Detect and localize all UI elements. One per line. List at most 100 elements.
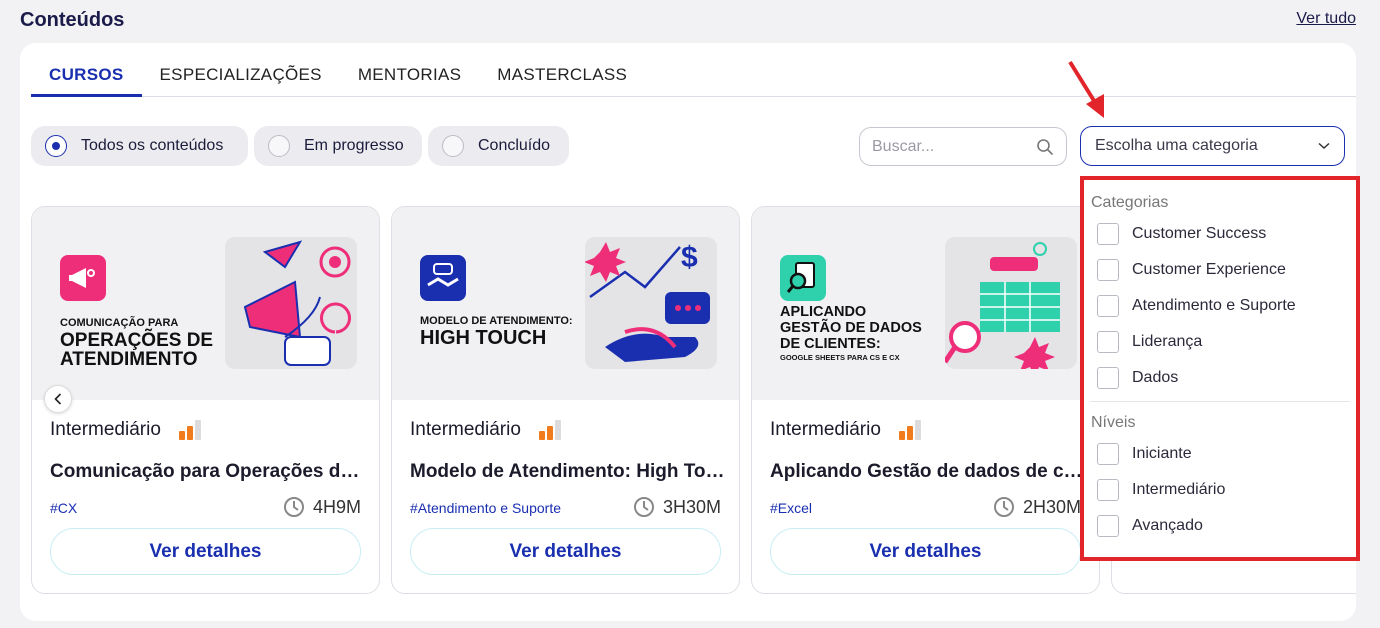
filter-label: Em progresso — [304, 137, 404, 154]
filter-label: Concluído — [478, 137, 551, 154]
course-banner: APLICANDO GESTÃO DE DADOS DE CLIENTES: G… — [752, 207, 1099, 400]
course-banner: MODELO DE ATENDIMENTO: HIGH TOUCH $ — [392, 207, 739, 400]
option-label: Liderança — [1132, 333, 1203, 350]
option-label: Avançado — [1132, 517, 1203, 534]
checkbox[interactable] — [1097, 479, 1119, 501]
banner-line: COMUNICAÇÃO PARA — [60, 317, 179, 329]
option-label: Atendimento e Suporte — [1132, 297, 1296, 314]
search-icon — [1037, 138, 1053, 155]
tab-especializacoes[interactable]: ESPECIALIZAÇÕES — [142, 57, 340, 97]
banner-line: GOOGLE SHEETS PARA CS E CX — [780, 353, 900, 362]
tab-cursos[interactable]: CURSOS — [31, 57, 142, 97]
checkbox[interactable] — [1097, 295, 1119, 317]
level-bars-icon — [538, 420, 561, 440]
tab-mentorias[interactable]: MENTORIAS — [340, 57, 479, 97]
checkbox[interactable] — [1097, 443, 1119, 465]
level-bars-icon — [178, 420, 201, 440]
option-label: Intermediário — [1132, 481, 1226, 498]
course-tag[interactable]: #CX — [50, 500, 77, 516]
option-label: Iniciante — [1132, 445, 1192, 462]
radio-icon — [268, 135, 290, 157]
course-duration: 2H30M — [993, 496, 1081, 518]
checkbox[interactable] — [1097, 223, 1119, 245]
filter-completed[interactable]: Concluído — [428, 126, 569, 166]
course-title: Modelo de Atendimento: High Touch — [410, 461, 725, 482]
course-duration: 4H9M — [283, 496, 361, 518]
page-title: Conteúdos — [20, 9, 125, 31]
option-label: Dados — [1132, 369, 1179, 386]
view-details-button[interactable]: Ver detalhes — [410, 528, 721, 575]
clock-icon — [993, 497, 1014, 517]
categories-heading: Categorias — [1091, 194, 1169, 211]
category-option[interactable]: Liderança — [1097, 331, 1202, 353]
level-label: Intermediário — [50, 419, 161, 440]
clock-icon — [283, 497, 304, 517]
search-input[interactable]: Buscar... — [859, 127, 1067, 166]
banner-line: DE CLIENTES: — [780, 336, 881, 352]
option-label: Customer Experience — [1132, 261, 1286, 278]
checkbox[interactable] — [1097, 367, 1119, 389]
level-option[interactable]: Intermediário — [1097, 479, 1225, 501]
duration-value: 4H9M — [312, 496, 361, 517]
banner-line: MODELO DE ATENDIMENTO: — [420, 315, 573, 327]
course-duration: 3H30M — [633, 496, 721, 518]
view-details-button[interactable]: Ver detalhes — [50, 528, 361, 575]
tab-bar: CURSOS ESPECIALIZAÇÕES MENTORIAS MASTERC… — [31, 57, 1356, 97]
banner-line: APLICANDO — [780, 304, 867, 320]
course-card[interactable]: MODELO DE ATENDIMENTO: HIGH TOUCH $ Inte… — [391, 206, 740, 594]
annotation-arrow-icon — [1068, 60, 1104, 118]
category-option[interactable]: Customer Success — [1097, 223, 1266, 245]
level-indicator: Intermediário — [410, 419, 561, 441]
banner-line: GESTÃO DE DADOS — [780, 320, 922, 336]
duration-value: 3H30M — [662, 496, 721, 517]
banner-illustration: $ — [584, 237, 717, 369]
checkbox[interactable] — [1097, 259, 1119, 281]
filter-all-contents[interactable]: Todos os conteúdos — [31, 126, 248, 166]
carousel-prev-button[interactable] — [44, 385, 72, 413]
level-indicator: Intermediário — [770, 419, 921, 441]
category-select-value: Escolha uma categoria — [1095, 137, 1258, 154]
radio-checked-icon — [45, 135, 67, 157]
level-option[interactable]: Iniciante — [1097, 443, 1192, 465]
level-label: Intermediário — [770, 419, 881, 440]
chevron-down-icon — [1318, 142, 1330, 150]
megaphone-icon — [60, 255, 106, 301]
filter-in-progress[interactable]: Em progresso — [254, 126, 422, 166]
filter-label: Todos os conteúdos — [81, 137, 224, 154]
banner-illustration — [225, 237, 357, 369]
level-label: Intermediário — [410, 419, 521, 440]
category-option[interactable]: Atendimento e Suporte — [1097, 295, 1296, 317]
banner-illustration — [942, 237, 1077, 377]
course-title: Comunicação para Operações de Atendiment… — [50, 461, 365, 482]
course-tag[interactable]: #Atendimento e Suporte — [410, 500, 561, 516]
duration-value: 2H30M — [1022, 496, 1081, 517]
level-option[interactable]: Avançado — [1097, 515, 1203, 537]
banner-line: ATENDIMENTO — [60, 349, 198, 370]
levels-heading: Níveis — [1091, 414, 1136, 431]
option-label: Customer Success — [1132, 225, 1267, 242]
course-tag[interactable]: #Excel — [770, 500, 812, 516]
view-details-button[interactable]: Ver detalhes — [770, 528, 1081, 575]
checkbox[interactable] — [1097, 331, 1119, 353]
level-indicator: Intermediário — [50, 419, 201, 441]
tab-masterclass[interactable]: MASTERCLASS — [479, 57, 645, 97]
course-banner: COMUNICAÇÃO PARA OPERAÇÕES DE ATENDIMENT… — [32, 207, 379, 400]
document-search-icon — [780, 255, 826, 301]
banner-line: HIGH TOUCH — [420, 327, 547, 349]
clock-icon — [633, 497, 654, 517]
chevron-left-icon — [54, 393, 62, 405]
checkbox[interactable] — [1097, 515, 1119, 537]
level-bars-icon — [898, 420, 921, 440]
category-select[interactable]: Escolha uma categoria — [1080, 126, 1345, 166]
dropdown-divider — [1090, 401, 1350, 402]
search-placeholder: Buscar... — [872, 137, 935, 155]
see-all-link[interactable]: Ver tudo — [1296, 10, 1356, 28]
category-option[interactable]: Dados — [1097, 367, 1178, 389]
course-title: Aplicando Gestão de dados de clientes — [770, 461, 1085, 482]
course-card[interactable]: COMUNICAÇÃO PARA OPERAÇÕES DE ATENDIMENT… — [31, 206, 380, 594]
svg-text:$: $ — [681, 241, 698, 274]
category-dropdown: Categorias Customer Success Customer Exp… — [1080, 176, 1360, 561]
category-option[interactable]: Customer Experience — [1097, 259, 1286, 281]
banner-line: OPERAÇÕES DE — [60, 330, 214, 351]
course-card[interactable]: APLICANDO GESTÃO DE DADOS DE CLIENTES: G… — [751, 206, 1100, 594]
